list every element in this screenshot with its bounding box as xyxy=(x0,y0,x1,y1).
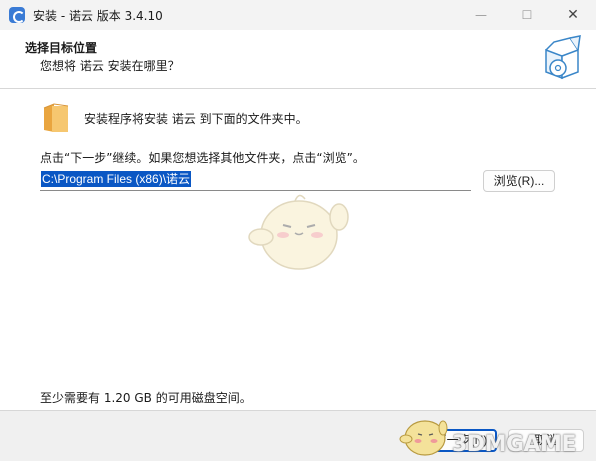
instruction-text: 点击“下一步”继续。如果您想选择其他文件夹，点击“浏览”。 xyxy=(40,151,365,165)
disk-space-text: 至少需要有 1.20 GB 的可用磁盘空间。 xyxy=(40,391,252,405)
title-bar[interactable]: 安装 - 诺云 版本 3.4.10 — ☐ ✕ xyxy=(0,0,596,30)
install-info-text: 安装程序将安装 诺云 到下面的文件夹中。 xyxy=(84,112,308,126)
main-panel: 安装程序将安装 诺云 到下面的文件夹中。 点击“下一步”继续。如果您想选择其他文… xyxy=(0,89,596,409)
page-subtitle: 您想将 诺云 安装在哪里？ xyxy=(40,59,180,73)
close-button[interactable]: ✕ xyxy=(550,0,596,30)
watermark-mascot-icon xyxy=(399,420,448,456)
minimize-button[interactable]: — xyxy=(458,0,504,30)
box-cd-icon xyxy=(545,35,581,80)
mascot-image xyxy=(248,194,349,270)
watermark-logo: 3DMGAME xyxy=(452,432,576,457)
browse-button[interactable]: 浏览(R)... xyxy=(483,170,555,192)
maximize-button[interactable]: ☐ xyxy=(504,0,550,30)
app-icon xyxy=(9,7,25,23)
wizard-footer: 下一步(N) 取消 3DMGAME xyxy=(0,411,596,461)
wizard-header: 选择目标位置 您想将 诺云 安装在哪里？ xyxy=(0,30,596,88)
install-path-value: C:\Program Files (x86)\诺云 xyxy=(41,171,192,187)
window-title: 安装 - 诺云 版本 3.4.10 xyxy=(33,9,163,23)
folder-icon xyxy=(43,103,69,132)
page-title: 选择目标位置 xyxy=(25,41,98,55)
